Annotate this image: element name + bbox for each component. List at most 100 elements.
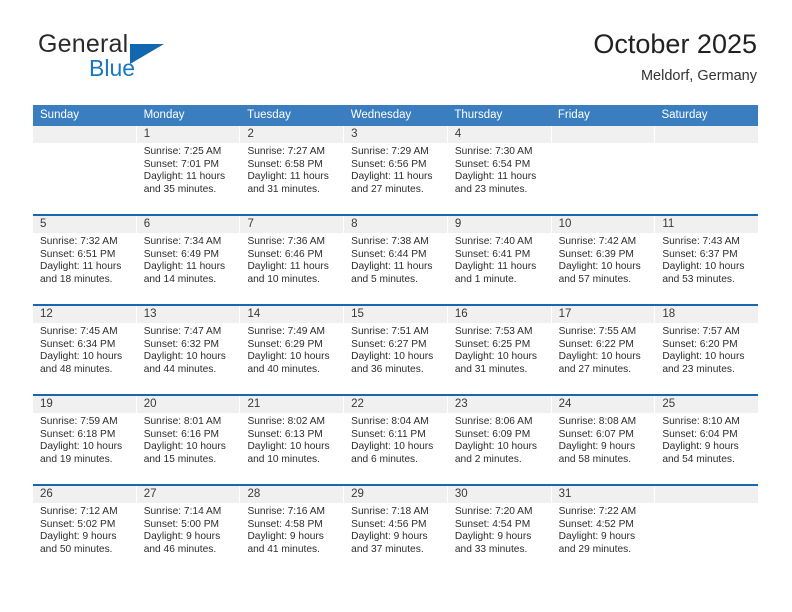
sunrise-text: Sunrise: 8:10 AM bbox=[662, 416, 740, 427]
sunset-text: Sunset: 6:11 PM bbox=[351, 428, 426, 440]
day-number: 28 bbox=[240, 486, 344, 503]
day-cell[interactable]: 18 Sunrise: 7:57 AM Sunset: 6:20 PM Dayl… bbox=[655, 306, 759, 394]
day-info: Sunrise: 7:29 AM Sunset: 6:56 PM Dayligh… bbox=[344, 143, 447, 196]
sunrise-text: Sunrise: 8:08 AM bbox=[558, 416, 637, 427]
sunrise-text: Sunrise: 7:49 AM bbox=[247, 326, 326, 337]
sunset-text: Sunset: 5:02 PM bbox=[40, 518, 116, 530]
sunset-text: Sunset: 6:37 PM bbox=[662, 248, 738, 260]
weekday-sunday: Sunday bbox=[40, 109, 80, 121]
day-number: 29 bbox=[344, 486, 447, 503]
daylight-text: Daylight: 10 hours and 23 minutes. bbox=[662, 351, 745, 375]
day-cell[interactable] bbox=[655, 486, 759, 574]
day-cell[interactable]: 1 Sunrise: 7:25 AM Sunset: 7:01 PM Dayli… bbox=[136, 126, 241, 214]
day-cell[interactable]: 22 Sunrise: 8:04 AM Sunset: 6:11 PM Dayl… bbox=[344, 396, 448, 484]
day-cell[interactable]: 11 Sunrise: 7:43 AM Sunset: 6:37 PM Dayl… bbox=[655, 216, 759, 304]
day-info bbox=[33, 143, 136, 146]
day-cell[interactable]: 3 Sunrise: 7:29 AM Sunset: 6:56 PM Dayli… bbox=[344, 126, 448, 214]
day-cell[interactable]: 6 Sunrise: 7:34 AM Sunset: 6:49 PM Dayli… bbox=[136, 216, 241, 304]
day-cell[interactable]: 29 Sunrise: 7:18 AM Sunset: 4:56 PM Dayl… bbox=[344, 486, 448, 574]
day-cell[interactable]: 17 Sunrise: 7:55 AM Sunset: 6:22 PM Dayl… bbox=[551, 306, 656, 394]
day-cell[interactable]: 28 Sunrise: 7:16 AM Sunset: 4:58 PM Dayl… bbox=[240, 486, 345, 574]
day-info: Sunrise: 7:55 AM Sunset: 6:22 PM Dayligh… bbox=[552, 323, 655, 376]
day-cell[interactable]: 7 Sunrise: 7:36 AM Sunset: 6:46 PM Dayli… bbox=[240, 216, 345, 304]
day-number: 1 bbox=[136, 126, 240, 143]
daylight-text: Daylight: 9 hours and 29 minutes. bbox=[558, 531, 636, 555]
day-cell[interactable]: 16 Sunrise: 7:53 AM Sunset: 6:25 PM Dayl… bbox=[447, 306, 552, 394]
day-info: Sunrise: 7:47 AM Sunset: 6:32 PM Dayligh… bbox=[137, 323, 240, 376]
weekday-tuesday: Tuesday bbox=[247, 109, 291, 121]
day-cell[interactable] bbox=[655, 126, 759, 214]
day-info: Sunrise: 7:38 AM Sunset: 6:44 PM Dayligh… bbox=[344, 233, 447, 286]
sunset-text: Sunset: 6:41 PM bbox=[454, 248, 531, 260]
day-cell[interactable]: 31 Sunrise: 7:22 AM Sunset: 4:52 PM Dayl… bbox=[551, 486, 656, 574]
day-cell[interactable]: 4 Sunrise: 7:30 AM Sunset: 6:54 PM Dayli… bbox=[447, 126, 552, 214]
daylight-text: Daylight: 9 hours and 41 minutes. bbox=[247, 531, 324, 555]
day-info: Sunrise: 7:36 AM Sunset: 6:46 PM Dayligh… bbox=[240, 233, 343, 286]
sunset-text: Sunset: 6:49 PM bbox=[143, 248, 220, 260]
day-cell[interactable]: 8 Sunrise: 7:38 AM Sunset: 6:44 PM Dayli… bbox=[344, 216, 448, 304]
sunset-text: Sunset: 6:56 PM bbox=[351, 158, 427, 170]
day-info: Sunrise: 7:40 AM Sunset: 6:41 PM Dayligh… bbox=[448, 233, 551, 286]
daylight-text: Daylight: 10 hours and 10 minutes. bbox=[247, 441, 330, 465]
day-info: Sunrise: 7:20 AM Sunset: 4:54 PM Dayligh… bbox=[448, 503, 551, 556]
day-cell[interactable]: 15 Sunrise: 7:51 AM Sunset: 6:27 PM Dayl… bbox=[344, 306, 448, 394]
day-cell[interactable] bbox=[551, 126, 656, 214]
day-info: Sunrise: 8:02 AM Sunset: 6:13 PM Dayligh… bbox=[240, 413, 343, 466]
day-cell[interactable]: 26 Sunrise: 7:12 AM Sunset: 5:02 PM Dayl… bbox=[33, 486, 137, 574]
sunset-text: Sunset: 6:27 PM bbox=[351, 338, 427, 350]
page-header: General Blue October 2025 Meldorf, Germa… bbox=[35, 28, 757, 98]
day-cell[interactable]: 19 Sunrise: 7:59 AM Sunset: 6:18 PM Dayl… bbox=[33, 396, 137, 484]
sunset-text: Sunset: 6:32 PM bbox=[143, 338, 220, 350]
day-cell[interactable]: 13 Sunrise: 7:47 AM Sunset: 6:32 PM Dayl… bbox=[136, 306, 241, 394]
day-info: Sunrise: 7:22 AM Sunset: 4:52 PM Dayligh… bbox=[552, 503, 655, 556]
day-info: Sunrise: 8:06 AM Sunset: 6:09 PM Dayligh… bbox=[448, 413, 551, 466]
brand-logo[interactable]: General Blue bbox=[35, 28, 295, 88]
day-cell[interactable]: 12 Sunrise: 7:45 AM Sunset: 6:34 PM Dayl… bbox=[33, 306, 137, 394]
day-info: Sunrise: 7:27 AM Sunset: 6:58 PM Dayligh… bbox=[240, 143, 343, 196]
day-cell[interactable]: 24 Sunrise: 8:08 AM Sunset: 6:07 PM Dayl… bbox=[551, 396, 656, 484]
day-cell[interactable]: 27 Sunrise: 7:14 AM Sunset: 5:00 PM Dayl… bbox=[136, 486, 241, 574]
day-info: Sunrise: 7:49 AM Sunset: 6:29 PM Dayligh… bbox=[240, 323, 343, 376]
day-cell[interactable]: 10 Sunrise: 7:42 AM Sunset: 6:39 PM Dayl… bbox=[551, 216, 656, 304]
day-cell[interactable]: 20 Sunrise: 8:01 AM Sunset: 6:16 PM Dayl… bbox=[136, 396, 241, 484]
day-cell[interactable]: 2 Sunrise: 7:27 AM Sunset: 6:58 PM Dayli… bbox=[240, 126, 345, 214]
daylight-text: Daylight: 11 hours and 1 minute. bbox=[454, 261, 537, 285]
day-info: Sunrise: 7:25 AM Sunset: 7:01 PM Dayligh… bbox=[137, 143, 240, 196]
day-number: 5 bbox=[33, 216, 136, 233]
weekday-wednesday: Wednesday bbox=[350, 109, 412, 121]
day-number: 25 bbox=[655, 396, 759, 413]
day-info: Sunrise: 7:18 AM Sunset: 4:56 PM Dayligh… bbox=[344, 503, 447, 556]
day-cell[interactable]: 21 Sunrise: 8:02 AM Sunset: 6:13 PM Dayl… bbox=[240, 396, 345, 484]
day-info: Sunrise: 8:08 AM Sunset: 6:07 PM Dayligh… bbox=[552, 413, 655, 466]
day-number bbox=[655, 486, 759, 503]
sunrise-text: Sunrise: 8:01 AM bbox=[143, 416, 222, 427]
daylight-text: Daylight: 9 hours and 58 minutes. bbox=[558, 441, 636, 465]
day-cell[interactable]: 14 Sunrise: 7:49 AM Sunset: 6:29 PM Dayl… bbox=[240, 306, 345, 394]
day-cell[interactable]: 23 Sunrise: 8:06 AM Sunset: 6:09 PM Dayl… bbox=[447, 396, 552, 484]
daylight-text: Daylight: 10 hours and 2 minutes. bbox=[454, 441, 537, 465]
day-cell[interactable]: 9 Sunrise: 7:40 AM Sunset: 6:41 PM Dayli… bbox=[447, 216, 552, 304]
daylight-text: Daylight: 10 hours and 15 minutes. bbox=[143, 441, 226, 465]
day-info: Sunrise: 7:59 AM Sunset: 6:18 PM Dayligh… bbox=[33, 413, 136, 466]
day-info: Sunrise: 7:42 AM Sunset: 6:39 PM Dayligh… bbox=[552, 233, 655, 286]
daylight-text: Daylight: 10 hours and 31 minutes. bbox=[454, 351, 537, 375]
sunset-text: Sunset: 6:18 PM bbox=[40, 428, 116, 440]
daylight-text: Daylight: 11 hours and 5 minutes. bbox=[351, 261, 433, 285]
daylight-text: Daylight: 10 hours and 19 minutes. bbox=[40, 441, 123, 465]
daylight-text: Daylight: 11 hours and 27 minutes. bbox=[351, 171, 433, 195]
week-row: 5 Sunrise: 7:32 AM Sunset: 6:51 PM Dayli… bbox=[33, 214, 759, 304]
day-cell[interactable]: 25 Sunrise: 8:10 AM Sunset: 6:04 PM Dayl… bbox=[655, 396, 759, 484]
sunrise-text: Sunrise: 7:59 AM bbox=[40, 416, 118, 427]
daylight-text: Daylight: 10 hours and 48 minutes. bbox=[40, 351, 123, 375]
day-cell[interactable]: 5 Sunrise: 7:32 AM Sunset: 6:51 PM Dayli… bbox=[33, 216, 137, 304]
daylight-text: Daylight: 11 hours and 31 minutes. bbox=[247, 171, 329, 195]
day-cell[interactable] bbox=[33, 126, 137, 214]
day-info: Sunrise: 7:45 AM Sunset: 6:34 PM Dayligh… bbox=[33, 323, 136, 376]
sunrise-text: Sunrise: 8:02 AM bbox=[247, 416, 326, 427]
day-cell[interactable]: 30 Sunrise: 7:20 AM Sunset: 4:54 PM Dayl… bbox=[447, 486, 552, 574]
sunrise-text: Sunrise: 7:43 AM bbox=[662, 236, 740, 247]
sunrise-text: Sunrise: 7:42 AM bbox=[558, 236, 637, 247]
daylight-text: Daylight: 10 hours and 53 minutes. bbox=[662, 261, 745, 285]
day-number: 20 bbox=[136, 396, 240, 413]
day-number: 22 bbox=[344, 396, 447, 413]
